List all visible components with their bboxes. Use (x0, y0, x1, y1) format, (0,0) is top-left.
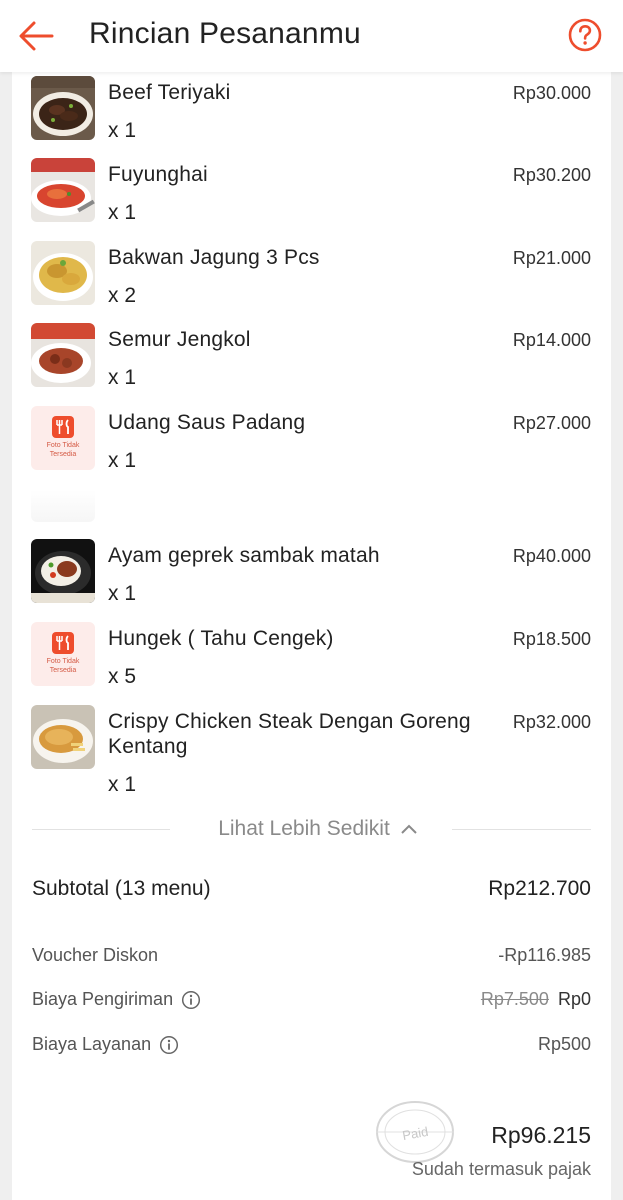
item-quantity: x 1 (108, 449, 137, 472)
item-quantity: x 1 (108, 119, 137, 142)
fuyunghai-photo (31, 158, 95, 222)
bakwan-jagung-photo (31, 241, 95, 305)
semur-jengkol-photo (31, 323, 95, 387)
item-quantity: x 2 (108, 284, 137, 307)
item-quantity: x 1 (108, 773, 137, 796)
item-name: Semur Jengkol (108, 328, 251, 351)
placeholder-text: Foto Tidak Tersedia (46, 658, 80, 674)
item-name: Fuyunghai (108, 163, 208, 186)
order-item: Beef Teriyaki x 1 Rp30.000 (12, 76, 611, 144)
see-less-row: Lihat Lebih Sedikit (12, 814, 611, 844)
shipping-original-price: Rp7.500 (480, 989, 549, 1009)
service-label: Biaya Layanan (32, 1034, 179, 1055)
order-item: Foto Tidak Tersedia Udang Saus Padang x … (12, 406, 611, 474)
item-quantity: x 1 (108, 582, 137, 605)
item-price: Rp14.000 (512, 330, 591, 350)
order-item: Fuyunghai x 1 Rp30.200 (12, 158, 611, 226)
faded-thumbnail (31, 490, 95, 522)
order-detail-card: Beef Teriyaki x 1 Rp30.000 Fuyunghai x 1… (12, 72, 611, 1200)
app-header: Rincian Pesananmu (0, 0, 623, 72)
arrow-left-icon[interactable] (16, 16, 56, 56)
voucher-label-text: Voucher Diskon (32, 945, 159, 965)
tax-note: Sudah termasuk pajak (411, 1159, 591, 1179)
item-price: Rp30.000 (512, 83, 591, 103)
item-name: Crispy Chicken Steak Dengan Goreng Kenta… (108, 710, 471, 758)
order-item: Semur Jengkol x 1 Rp14.000 (12, 323, 611, 391)
item-price: Rp40.000 (512, 546, 591, 566)
item-price: Rp30.200 (512, 165, 591, 185)
no-photo-placeholder: Foto Tidak Tersedia (31, 622, 95, 686)
shipping-label-text: Biaya Pengiriman (32, 989, 174, 1009)
info-circle-icon[interactable] (159, 1035, 179, 1055)
subtotal-label: Subtotal (13 menu) (32, 877, 211, 900)
shipping-value: Rp7.500 Rp0 (481, 989, 591, 1010)
ayam-geprek-photo (31, 539, 95, 603)
subtotal-value: Rp212.700 (488, 877, 591, 900)
no-photo-placeholder: Foto Tidak Tersedia (31, 406, 95, 470)
order-item: Foto Tidak Tersedia Hungek ( Tahu Cengek… (12, 622, 611, 690)
divider (452, 829, 591, 830)
see-less-label: Lihat Lebih Sedikit (218, 817, 390, 840)
order-item: Bakwan Jagung 3 Pcs x 2 Rp21.000 (12, 241, 611, 309)
beef-teriyaki-photo (31, 76, 95, 140)
question-circle-icon[interactable] (567, 17, 603, 53)
item-name: Ayam geprek sambak matah (108, 544, 380, 567)
order-item: Ayam geprek sambak matah x 1 Rp40.000 (12, 539, 611, 607)
placeholder-text: Foto Tidak Tersedia (46, 442, 80, 458)
service-value: Rp500 (537, 1034, 591, 1054)
service-label-text: Biaya Layanan (32, 1034, 152, 1054)
paid-stamp: Paid (376, 1101, 454, 1163)
paid-stamp-text: Paid (401, 1124, 429, 1143)
page-title: Rincian Pesananmu (89, 17, 361, 50)
shipping-label: Biaya Pengiriman (32, 989, 201, 1010)
crispy-chicken-steak-photo (31, 705, 95, 769)
item-price: Rp18.500 (512, 629, 591, 649)
item-name: Beef Teriyaki (108, 81, 231, 104)
voucher-label: Voucher Diskon (32, 945, 158, 966)
item-name: Bakwan Jagung 3 Pcs (108, 246, 320, 269)
order-item: Crispy Chicken Steak Dengan Goreng Kenta… (12, 705, 611, 800)
item-name: Hungek ( Tahu Cengek) (108, 627, 334, 650)
divider (32, 829, 170, 830)
item-price: Rp27.000 (512, 413, 591, 433)
item-quantity: x 1 (108, 366, 137, 389)
item-quantity: x 1 (108, 201, 137, 224)
see-less-button[interactable]: Lihat Lebih Sedikit (202, 814, 434, 844)
shipping-price: Rp0 (557, 989, 591, 1009)
item-price: Rp21.000 (512, 248, 591, 268)
total-value: Rp96.215 (491, 1122, 591, 1148)
chevron-up-icon (401, 824, 417, 834)
item-quantity: x 5 (108, 665, 137, 688)
item-name: Udang Saus Padang (108, 411, 306, 434)
item-price: Rp32.000 (512, 712, 591, 732)
info-circle-icon[interactable] (181, 990, 201, 1010)
voucher-value: -Rp116.985 (498, 945, 591, 965)
